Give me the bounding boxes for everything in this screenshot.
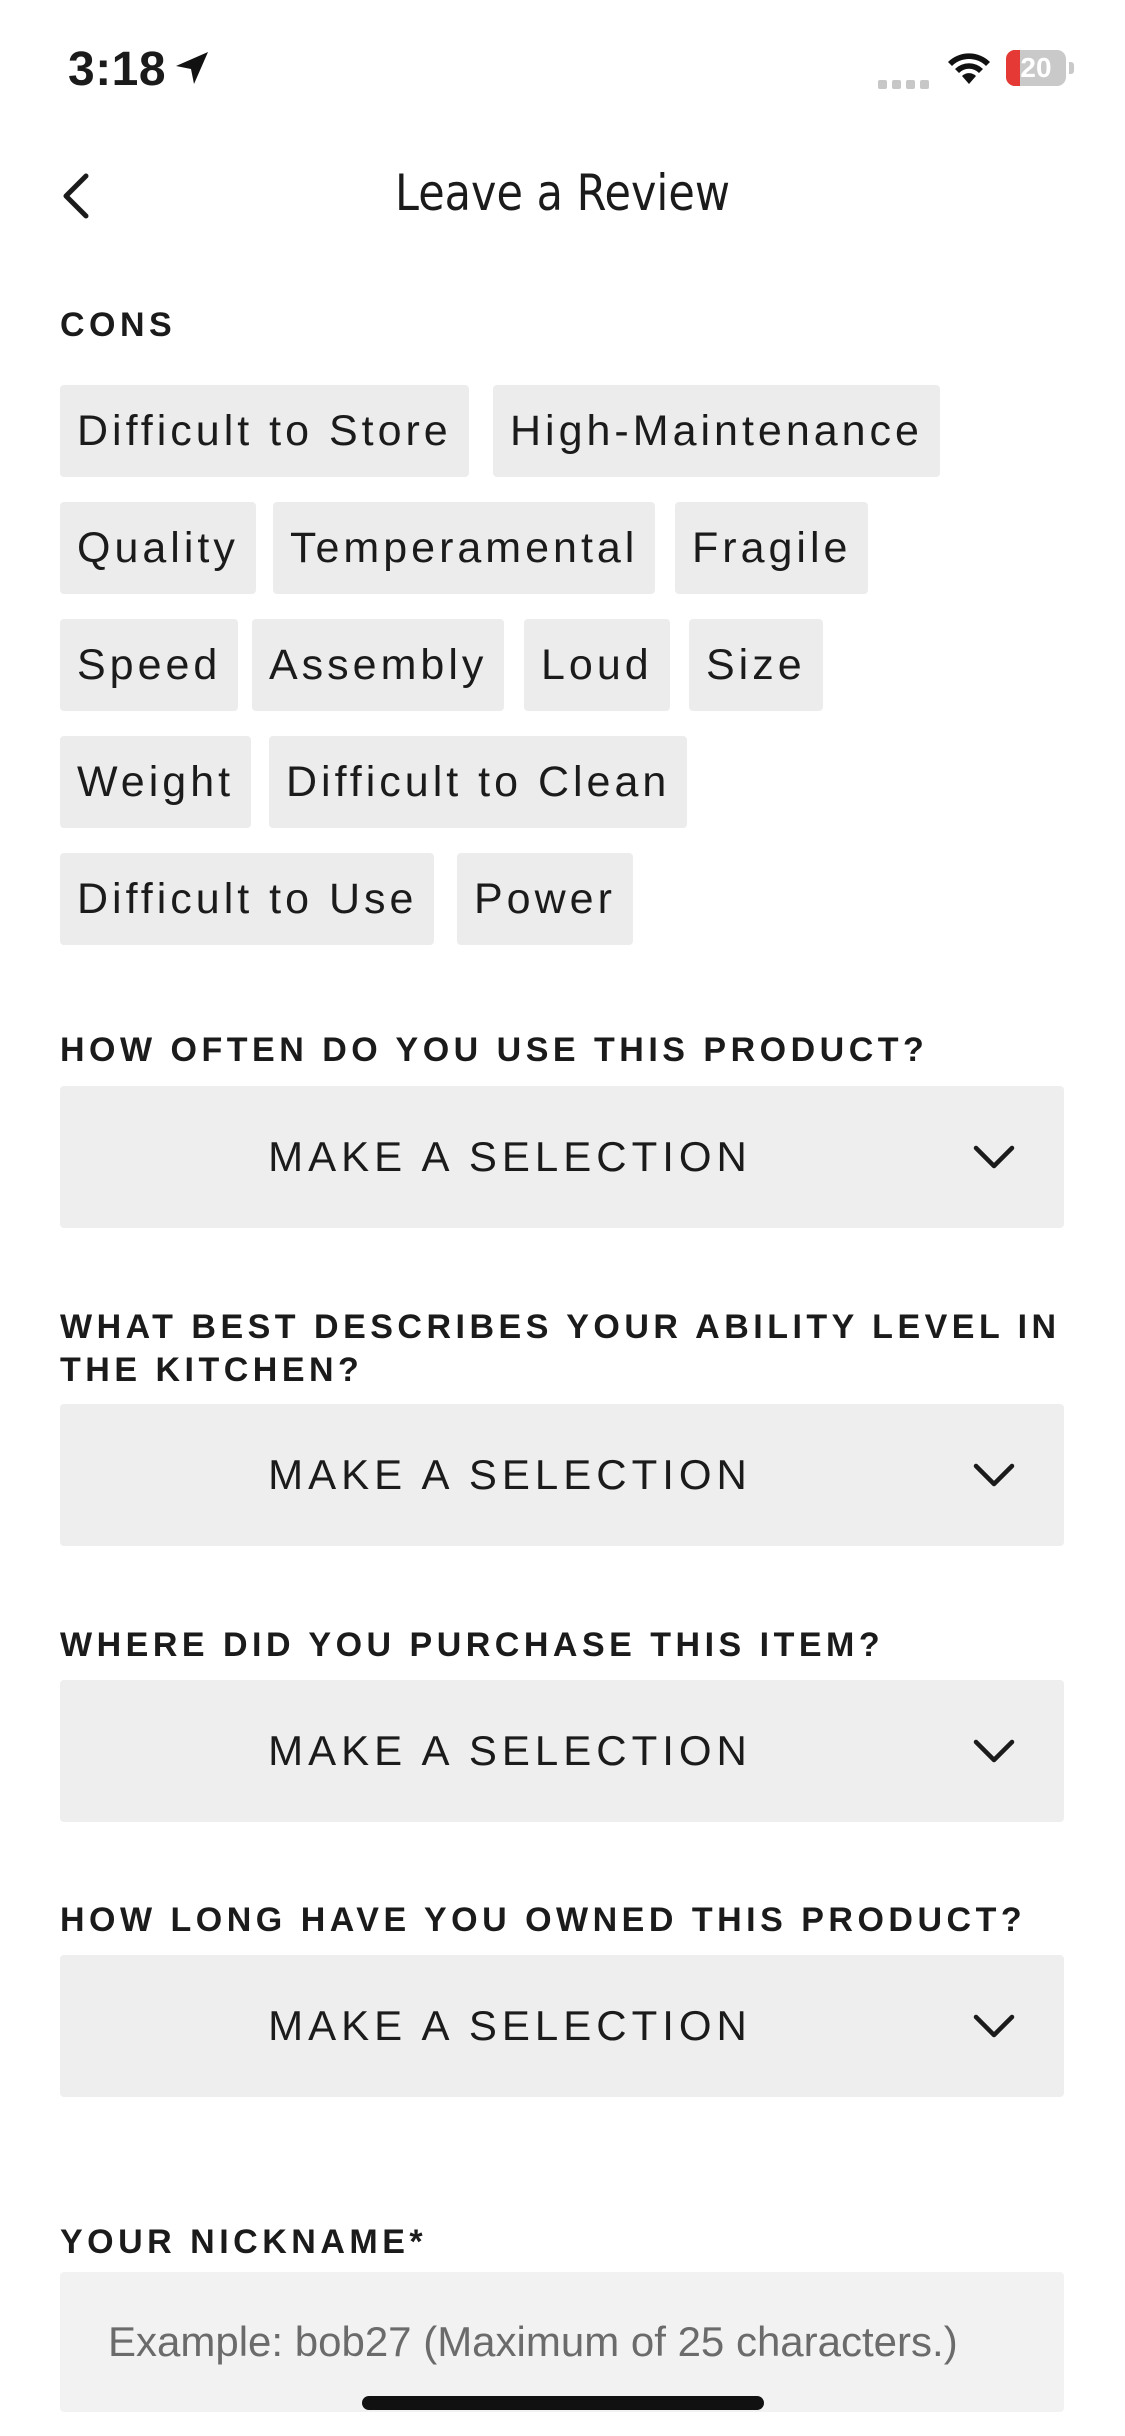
ownership-duration-value: MAKE A SELECTION	[268, 2002, 752, 2049]
status-time: 3:18	[68, 43, 167, 96]
chip-power[interactable]: Power	[457, 853, 633, 945]
chip-size[interactable]: Size	[689, 619, 823, 711]
chip-high-maintenance[interactable]: High-Maintenance	[493, 385, 940, 477]
cons-label: CONS	[60, 306, 177, 344]
chip-assembly[interactable]: Assembly	[252, 619, 505, 711]
nickname-label: YOUR NICKNAME*	[60, 2223, 428, 2261]
usage-frequency-label: HOW OFTEN DO YOU USE THIS PRODUCT?	[60, 1031, 929, 1069]
purchase-location-label: WHERE DID YOU PURCHASE THIS ITEM?	[60, 1626, 885, 1664]
ability-level-label-line2: THE KITCHEN?	[60, 1351, 364, 1389]
battery-icon: 20	[1006, 50, 1074, 86]
nickname-input[interactable]	[60, 2272, 1068, 2412]
usage-frequency-value: MAKE A SELECTION	[268, 1133, 752, 1180]
chevron-down-icon	[973, 2014, 1015, 2038]
chevron-down-icon	[973, 1145, 1015, 1169]
chip-fragile[interactable]: Fragile	[675, 502, 869, 594]
chip-speed[interactable]: Speed	[60, 619, 239, 711]
usage-frequency-select[interactable]: MAKE A SELECTION	[60, 1086, 1064, 1228]
chevron-down-icon	[973, 1739, 1015, 1763]
ability-level-label-line1: WHAT BEST DESCRIBES YOUR ABILITY LEVEL I…	[60, 1308, 1061, 1346]
chip-weight[interactable]: Weight	[60, 736, 252, 828]
ownership-duration-label: HOW LONG HAVE YOU OWNED THIS PRODUCT?	[60, 1901, 1027, 1939]
nickname-field-container	[60, 2272, 1068, 2412]
purchase-location-value: MAKE A SELECTION	[268, 1727, 752, 1774]
ability-level-value: MAKE A SELECTION	[268, 1451, 752, 1498]
chip-loud[interactable]: Loud	[524, 619, 670, 711]
chip-difficult-to-store[interactable]: Difficult to Store	[60, 385, 469, 477]
location-arrow-icon	[176, 52, 208, 84]
ownership-duration-select[interactable]: MAKE A SELECTION	[60, 1955, 1064, 2097]
chip-quality[interactable]: Quality	[60, 502, 256, 594]
cellular-signal-icon	[878, 76, 934, 94]
battery-level: 20	[1020, 52, 1052, 83]
home-indicator[interactable]	[362, 2396, 764, 2410]
ability-level-select[interactable]: MAKE A SELECTION	[60, 1404, 1064, 1546]
chip-temperamental[interactable]: Temperamental	[273, 502, 656, 594]
chip-difficult-to-clean[interactable]: Difficult to Clean	[269, 736, 688, 828]
chip-difficult-to-use[interactable]: Difficult to Use	[60, 853, 435, 945]
chevron-down-icon	[973, 1463, 1015, 1487]
wifi-icon	[948, 53, 990, 84]
purchase-location-select[interactable]: MAKE A SELECTION	[60, 1680, 1064, 1822]
page-title: Leave a Review	[394, 164, 731, 222]
status-bar: 3:18 20	[0, 0, 1125, 130]
